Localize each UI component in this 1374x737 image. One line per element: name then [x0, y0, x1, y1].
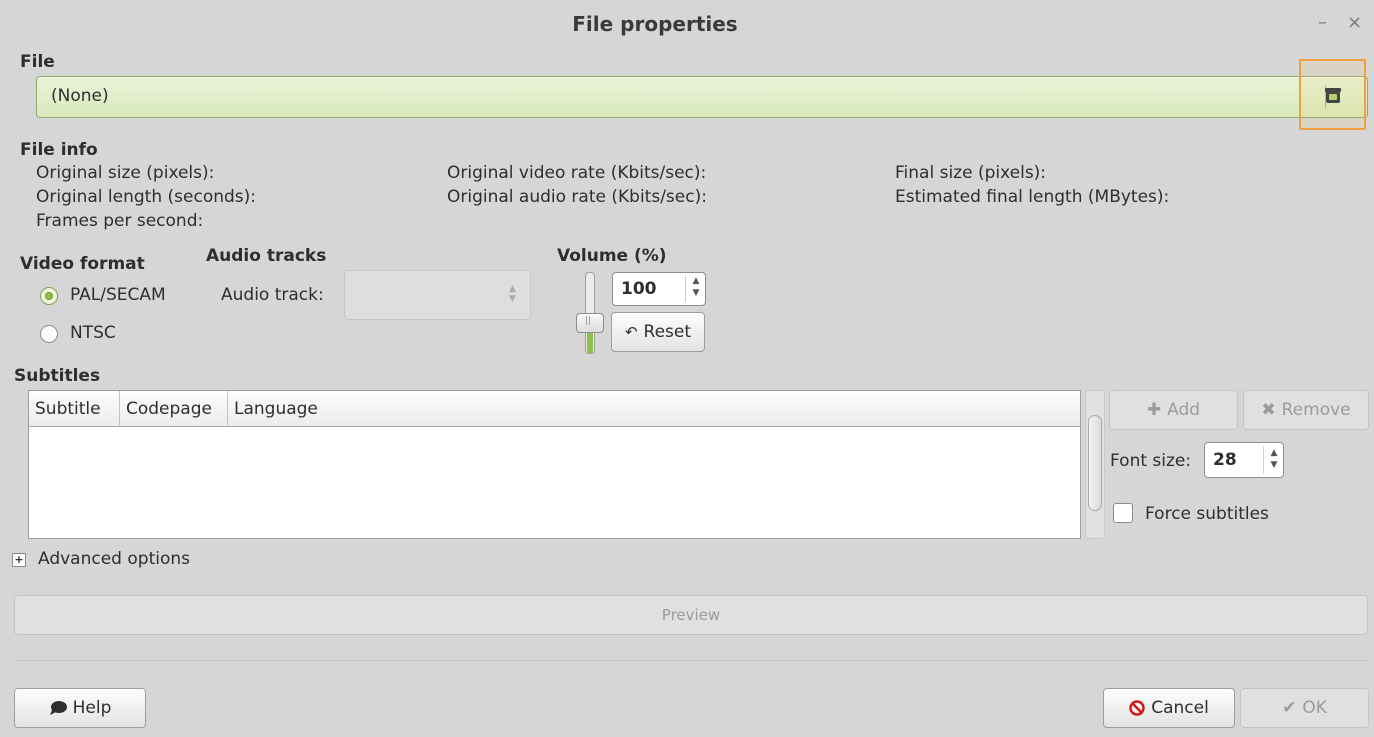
preview-button[interactable]: Preview — [14, 595, 1368, 635]
preview-label: Preview — [661, 606, 721, 624]
footer-separator — [14, 660, 1368, 661]
remove-subtitle-button[interactable]: ✖ Remove — [1243, 390, 1369, 430]
file-chooser-combo[interactable]: (None) — [36, 76, 1368, 118]
help-button[interactable]: Help — [14, 688, 146, 728]
checkmark-icon: ✔ — [1282, 698, 1297, 718]
undo-icon: ↶ — [624, 323, 638, 341]
spin-arrows-icon[interactable]: ▲ ▼ — [689, 275, 703, 299]
subtitles-scrollbar-thumb[interactable] — [1088, 415, 1102, 511]
close-button[interactable]: × — [1347, 12, 1362, 33]
advanced-options-label[interactable]: Advanced options — [38, 549, 190, 569]
folder-open-icon — [1324, 87, 1341, 103]
file-section-label: File — [20, 52, 55, 72]
spin-arrows-icon[interactable]: ▲ ▼ — [1267, 447, 1281, 471]
volume-value: 100 — [621, 279, 657, 299]
cancel-button[interactable]: Cancel — [1103, 688, 1235, 728]
remove-subtitle-label: Remove — [1281, 400, 1351, 420]
final-size-label: Final size (pixels): — [895, 163, 1047, 183]
ok-button[interactable]: ✔ OK — [1240, 688, 1369, 728]
audio-track-combo[interactable]: ▲ ▼ — [344, 270, 531, 320]
column-header-language[interactable]: Language — [228, 391, 1080, 427]
estimated-final-length-label: Estimated final length (MBytes): — [895, 187, 1170, 207]
frames-per-second-label: Frames per second: — [36, 211, 204, 231]
video-format-section-label: Video format — [20, 254, 145, 274]
ok-label: OK — [1302, 698, 1327, 718]
original-size-label: Original size (pixels): — [36, 163, 215, 183]
volume-spinbox[interactable]: 100 ▲ ▼ — [612, 272, 706, 306]
radio-indicator[interactable] — [40, 325, 58, 343]
force-subtitles-label: Force subtitles — [1145, 504, 1269, 524]
subtitles-table-header: Subtitle Codepage Language — [29, 391, 1080, 427]
spin-separator — [1263, 446, 1264, 474]
add-subtitle-label: Add — [1167, 400, 1201, 420]
audio-track-label: Audio track: — [221, 285, 324, 305]
radio-pal-secam-label: PAL/SECAM — [70, 285, 166, 305]
subtitles-section-label: Subtitles — [14, 366, 101, 386]
grip-icon: || — [585, 316, 592, 326]
combo-arrows-icon: ▲ ▼ — [509, 284, 516, 304]
font-size-label: Font size: — [1110, 451, 1192, 471]
cancel-label: Cancel — [1151, 698, 1209, 718]
file-browse-button[interactable] — [1302, 62, 1363, 127]
volume-reset-button[interactable]: ↶ Reset — [611, 312, 705, 352]
original-audio-rate-label: Original audio rate (Kbits/sec): — [447, 187, 707, 207]
font-size-spinbox[interactable]: 28 ▲ ▼ — [1204, 442, 1284, 478]
plus-icon: ✚ — [1146, 400, 1162, 420]
advanced-options-expander[interactable]: + — [12, 553, 26, 567]
help-label: Help — [72, 698, 112, 718]
radio-ntsc[interactable]: NTSC — [40, 322, 190, 346]
column-header-subtitle[interactable]: Subtitle — [29, 391, 120, 427]
window-title: File properties — [572, 12, 738, 36]
title-bar[interactable]: File properties – × — [0, 0, 1374, 50]
force-subtitles-checkbox[interactable] — [1113, 503, 1133, 523]
volume-reset-label: Reset — [643, 322, 692, 342]
radio-ntsc-label: NTSC — [70, 323, 116, 343]
volume-slider-handle[interactable]: || — [576, 313, 604, 333]
column-header-codepage[interactable]: Codepage — [120, 391, 228, 427]
audio-tracks-section-label: Audio tracks — [206, 246, 327, 266]
volume-section-label: Volume (%) — [557, 246, 667, 266]
font-size-value: 28 — [1213, 450, 1237, 470]
radio-indicator-checked[interactable] — [40, 287, 58, 305]
original-video-rate-label: Original video rate (Kbits/sec): — [447, 163, 707, 183]
remove-x-icon: ✖ — [1261, 400, 1276, 420]
add-subtitle-button[interactable]: ✚ Add — [1109, 390, 1238, 430]
file-chooser-value: (None) — [51, 86, 109, 106]
subtitles-scrollbar[interactable] — [1085, 390, 1105, 539]
radio-pal-secam[interactable]: PAL/SECAM — [40, 284, 190, 308]
minimize-button[interactable]: – — [1318, 12, 1327, 33]
original-length-label: Original length (seconds): — [36, 187, 256, 207]
spin-separator — [685, 276, 686, 302]
subtitles-table[interactable]: Subtitle Codepage Language — [28, 390, 1081, 539]
speech-bubble-icon — [49, 701, 67, 715]
cancel-icon — [1129, 700, 1145, 716]
file-info-section-label: File info — [20, 140, 98, 160]
